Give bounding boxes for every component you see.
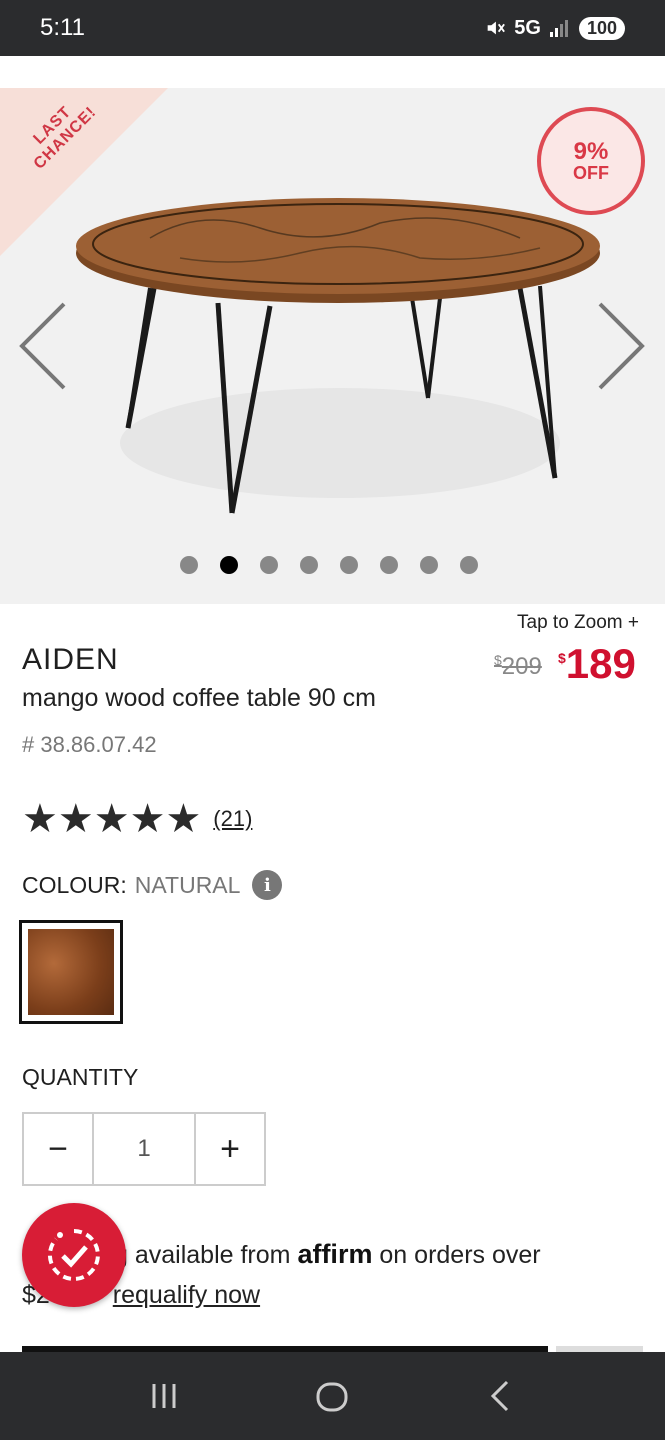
sale-price: $189 [558, 640, 636, 687]
badge-check-icon [47, 1229, 100, 1281]
quantity-increase-button[interactable]: + [196, 1114, 264, 1184]
product-description: mango wood coffee table 90 cm [22, 684, 376, 712]
home-button[interactable] [302, 1366, 362, 1426]
swatch-image [28, 929, 114, 1015]
back-button[interactable] [471, 1366, 531, 1426]
status-bar: 5:11 5G 100 [0, 0, 665, 56]
quantity-decrease-button[interactable]: − [24, 1114, 94, 1184]
system-navigation-bar [0, 1352, 665, 1440]
reviews-link[interactable]: (21) [213, 797, 252, 841]
chevron-right-icon [598, 302, 645, 390]
battery-indicator: 100 [578, 16, 625, 40]
discount-off-label: OFF [573, 163, 609, 183]
status-icons: 5G 100 [484, 16, 625, 40]
rating: ★★★★★ (21) [22, 797, 252, 841]
star-rating-icons: ★★★★★ [22, 797, 202, 841]
gallery-dot-4[interactable] [300, 556, 318, 574]
gallery-dot-2[interactable] [220, 556, 238, 574]
quantity-value[interactable]: 1 [94, 1114, 196, 1184]
quantity-label: QUANTITY [22, 1064, 139, 1090]
chevron-left-icon [19, 302, 66, 390]
colour-value: NATURAL [134, 871, 241, 898]
discount-badge: 9% OFF [537, 107, 645, 215]
gallery-dot-7[interactable] [420, 556, 438, 574]
signal-icon [549, 20, 568, 37]
gallery-dot-8[interactable] [460, 556, 478, 574]
gallery-prev-button[interactable] [14, 298, 74, 394]
product-sku: # 38.86.07.42 [22, 732, 157, 757]
gallery-pagination [180, 556, 478, 574]
quantity-stepper: − 1 + [22, 1112, 266, 1186]
status-time: 5:11 [40, 14, 85, 41]
affirm-logo: affirm [297, 1239, 373, 1269]
colour-label: COLOUR: [22, 871, 127, 898]
discount-percent: 9% [573, 138, 609, 165]
product-brand: AIDEN [22, 643, 119, 676]
info-icon[interactable]: i [252, 870, 283, 900]
back-icon [490, 1380, 508, 1412]
colour-swatch-natural[interactable] [19, 920, 123, 1024]
gallery-dot-1[interactable] [180, 556, 198, 574]
original-price: $209 [494, 652, 542, 680]
recents-icon [152, 1384, 176, 1408]
network-label: 5G [514, 16, 541, 39]
gallery-next-button[interactable] [590, 298, 650, 394]
gallery-dot-3[interactable] [260, 556, 278, 574]
home-icon [316, 1382, 348, 1412]
colour-selector-label: COLOUR: NATURAL i [22, 870, 283, 900]
mute-icon [487, 21, 506, 35]
tap-to-zoom-link[interactable]: Tap to Zoom + [517, 612, 639, 634]
gallery-dot-5[interactable] [340, 556, 358, 574]
promo-floating-button[interactable] [22, 1203, 126, 1307]
recent-apps-button[interactable] [134, 1366, 194, 1426]
product-gallery[interactable]: LAST CHANCE! 9% OFF [0, 88, 665, 604]
gallery-dot-6[interactable] [380, 556, 398, 574]
